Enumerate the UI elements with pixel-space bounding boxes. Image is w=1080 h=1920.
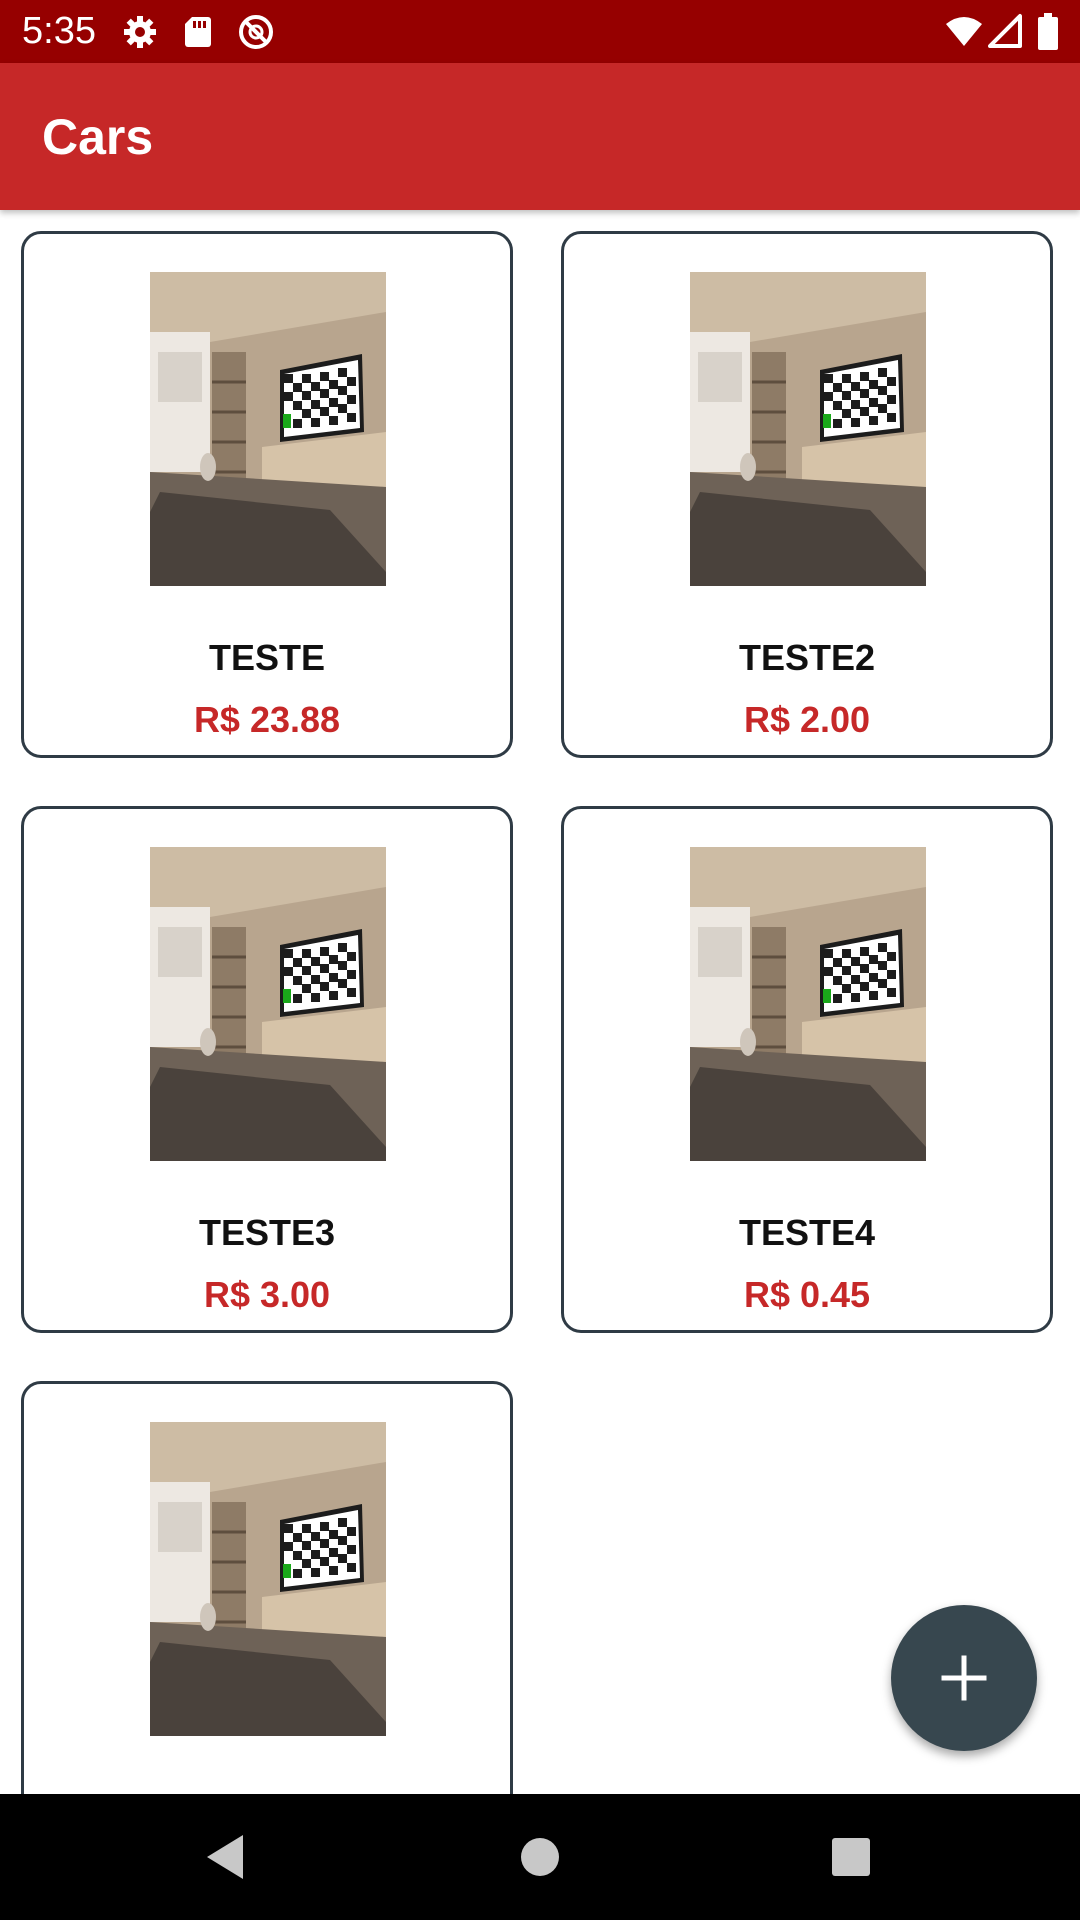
car-name: TESTE4 bbox=[738, 1212, 876, 1253]
car-price: R$ 3.00 bbox=[203, 1274, 331, 1315]
signal-icon bbox=[986, 12, 1026, 52]
plus-icon bbox=[928, 1642, 1000, 1714]
no-disturb-icon bbox=[236, 12, 276, 52]
car-image bbox=[690, 272, 926, 586]
home-icon[interactable] bbox=[510, 1827, 570, 1887]
car-price: R$ 0.45 bbox=[743, 1274, 871, 1315]
battery-icon bbox=[1036, 12, 1060, 52]
car-name: TESTE3 bbox=[198, 1212, 336, 1253]
car-card[interactable]: TESTE R$ 23.88 bbox=[21, 231, 513, 758]
gear-icon bbox=[120, 12, 160, 52]
car-price: R$ 2.00 bbox=[743, 699, 871, 740]
car-card[interactable]: TESTE2 R$ 2.00 bbox=[561, 231, 1053, 758]
car-name: TESTE5 bbox=[24, 1786, 510, 1794]
car-card[interactable]: TESTE5 bbox=[21, 1381, 513, 1794]
car-card[interactable]: TESTE3 R$ 3.00 bbox=[21, 806, 513, 1333]
sd-card-icon bbox=[178, 12, 218, 52]
car-image bbox=[150, 1422, 386, 1736]
car-name: TESTE bbox=[208, 637, 325, 678]
car-name: TESTE2 bbox=[738, 637, 876, 678]
wifi-icon bbox=[944, 12, 984, 52]
app-bar: Cars bbox=[0, 63, 1080, 210]
car-card[interactable]: TESTE4 R$ 0.45 bbox=[561, 806, 1053, 1333]
status-time: 5:35 bbox=[22, 10, 96, 52]
page-title: Cars bbox=[42, 109, 154, 165]
car-grid: TESTE R$ 23.88 TESTE2 R$ 2.00 TESTE3 R$ … bbox=[0, 210, 1080, 1794]
status-bar: 5:35 bbox=[0, 0, 1080, 63]
recents-icon[interactable] bbox=[821, 1827, 881, 1887]
car-image bbox=[150, 272, 386, 586]
car-image bbox=[150, 847, 386, 1161]
system-nav-bar bbox=[0, 1794, 1080, 1920]
car-price: R$ 23.88 bbox=[193, 699, 341, 740]
back-icon[interactable] bbox=[195, 1827, 255, 1887]
car-image bbox=[690, 847, 926, 1161]
app-screen: 5:35 Cars TESTE R$ 23.88 TESTE2 R$ 2.00 … bbox=[0, 0, 1080, 1920]
add-car-button[interactable] bbox=[891, 1605, 1037, 1751]
